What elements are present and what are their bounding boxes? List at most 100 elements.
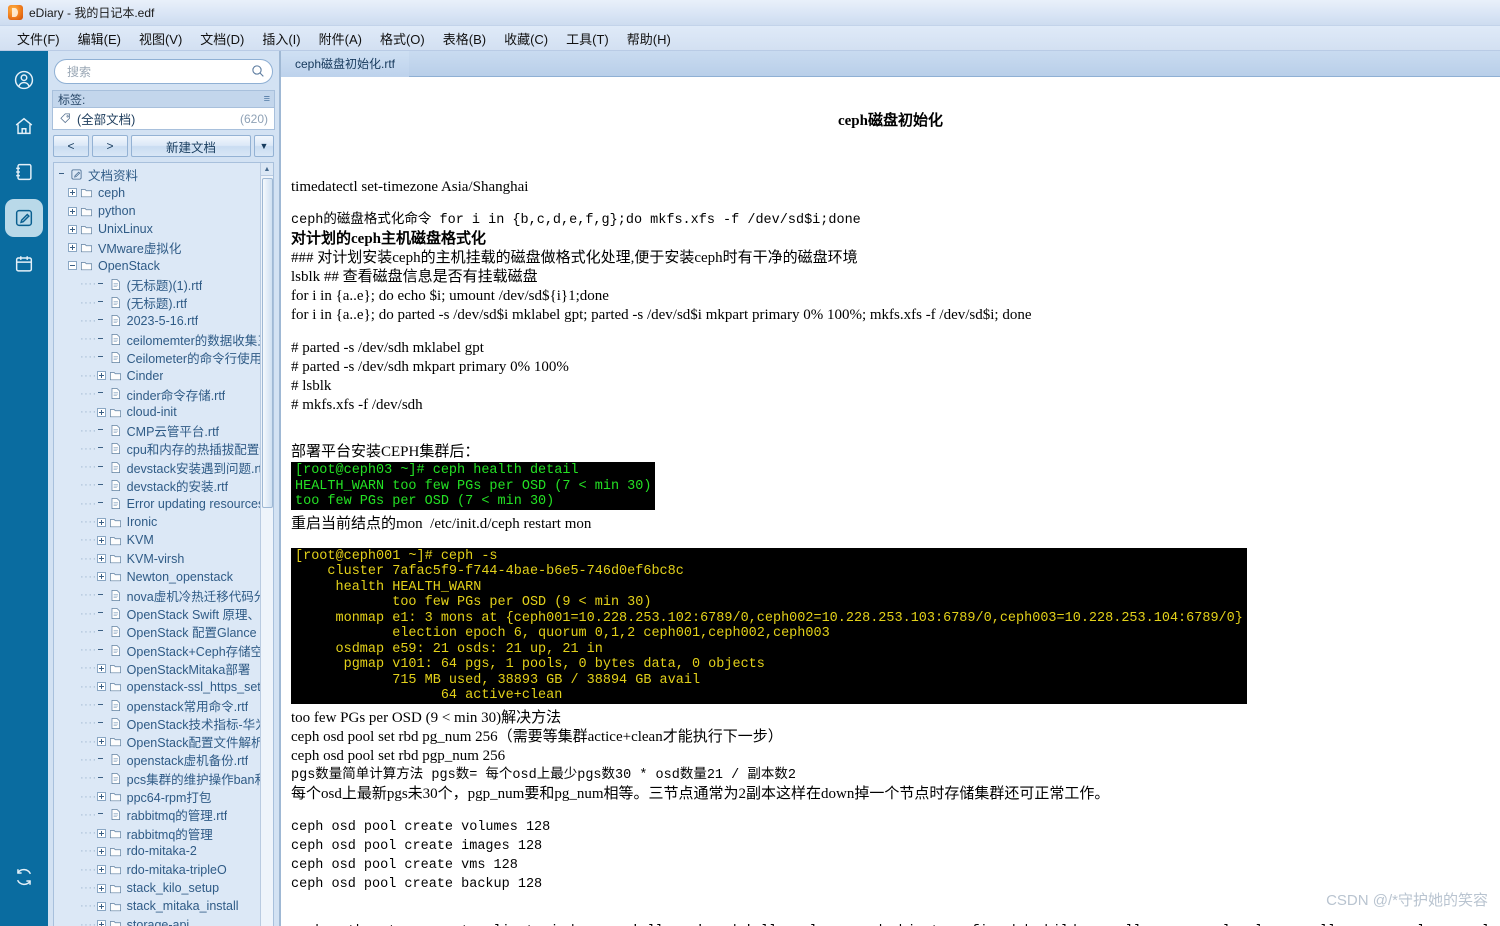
scroll-up-arrow-icon[interactable]: ▲ <box>261 163 273 177</box>
content-line: ceph auth get-or-create client.cinder mo… <box>291 922 1490 926</box>
tree-node[interactable]: OpenStack <box>54 257 260 275</box>
tree-node[interactable]: ···· OpenStack技术指标-华为. <box>54 714 260 732</box>
scrollbar-thumb[interactable] <box>262 178 273 509</box>
tree-expander-plus-icon[interactable] <box>96 792 106 802</box>
tree-node[interactable]: ···· 2023-5-16.rtf <box>54 312 260 330</box>
tree-node[interactable]: ···· openstack虚机备份.rtf <box>54 751 260 769</box>
tree-expander-plus-icon[interactable] <box>68 243 77 253</box>
tree-expander-plus-icon[interactable] <box>96 883 106 893</box>
tree-node[interactable]: ···· Ironic <box>54 513 260 531</box>
tree-node[interactable]: ···· stack_mitaka_install <box>54 897 260 915</box>
menu-format[interactable]: 格式(O) <box>371 26 434 51</box>
tree-node[interactable]: UnixLinux <box>54 220 260 238</box>
tree-node[interactable]: ···· (无标题)(1).rtf <box>54 275 260 293</box>
menu-view[interactable]: 视图(V) <box>130 26 191 51</box>
search-icon[interactable] <box>250 63 266 79</box>
tree-node[interactable]: ···· OpenStackMitaka部署 <box>54 659 260 677</box>
tree-node[interactable]: ···· nova虚机冷热迁移代码分析 <box>54 586 260 604</box>
calendar-icon[interactable] <box>5 245 43 283</box>
tree-expander-plus-icon[interactable] <box>96 737 106 747</box>
terminal-block-wrapper: [root@ceph03 ~]# ceph health detail HEAL… <box>291 462 1490 515</box>
new-document-dropdown-caret-icon[interactable]: ▼ <box>254 135 274 158</box>
tree-node[interactable]: ···· openstack-ssl_https_setu <box>54 678 260 696</box>
tree-node[interactable]: ···· Cinder <box>54 367 260 385</box>
tree-node-label: (无标题)(1).rtf <box>126 278 203 293</box>
menu-document[interactable]: 文档(D) <box>191 26 253 51</box>
tree-node[interactable]: ···· pcs集群的维护操作ban和c <box>54 769 260 787</box>
tree-expander-plus-icon[interactable] <box>96 572 106 582</box>
tree-node[interactable]: ···· OpenStack Swift 原理、架 <box>54 604 260 623</box>
tree-expander-plus-icon[interactable] <box>96 901 106 911</box>
edit-document-icon[interactable] <box>5 199 43 237</box>
tree-node[interactable]: ···· rdo-mitaka-tripleO <box>54 861 260 879</box>
prev-button[interactable]: < <box>53 135 89 158</box>
tree-expander-plus-icon[interactable] <box>96 535 106 545</box>
tree-expander-plus-icon[interactable] <box>68 206 77 216</box>
file-icon <box>109 644 122 657</box>
tree-node[interactable]: ···· KVM <box>54 531 260 549</box>
document-area: ceph磁盘初始化.rtf ceph磁盘初始化 timedatectl set-… <box>280 50 1500 926</box>
menu-table[interactable]: 表格(B) <box>434 26 495 51</box>
tree-expander-minus-icon[interactable] <box>68 261 77 271</box>
tree-node[interactable]: ···· Ceilometer的命令行使用.r <box>54 348 260 366</box>
tree-node[interactable]: ceph <box>54 184 260 202</box>
menu-attachment[interactable]: 附件(A) <box>310 26 371 51</box>
tree-expander-plus-icon[interactable] <box>96 828 106 838</box>
tree-node[interactable]: ···· cloud-init <box>54 403 260 421</box>
tree-node[interactable]: ···· cinder命令存储.rtf <box>54 385 260 403</box>
tree-node[interactable]: ···· Error updating resources <box>54 495 260 513</box>
menu-tools[interactable]: 工具(T) <box>557 26 618 51</box>
menu-file[interactable]: 文件(F) <box>8 26 69 51</box>
document-tab[interactable]: ceph磁盘初始化.rtf <box>281 50 410 77</box>
tree-expander-plus-icon[interactable] <box>96 920 106 926</box>
notebook-icon[interactable] <box>5 153 43 191</box>
tree-node[interactable]: ···· rabbitmq的管理 <box>54 824 260 842</box>
tree-node[interactable]: ···· devstack安装遇到问题.rtf <box>54 458 260 476</box>
tree-scrollbar[interactable]: ▲ <box>260 163 273 926</box>
list-menu-icon[interactable]: ≡ <box>264 93 270 105</box>
document-body[interactable]: ceph磁盘初始化 timedatectl set-timezone Asia/… <box>281 77 1500 926</box>
tree-node[interactable]: ···· stack_kilo_setup <box>54 879 260 897</box>
tree-node[interactable]: ···· ceilomemter的数据收集三 <box>54 330 260 348</box>
tree-expander-plus-icon[interactable] <box>96 682 106 692</box>
menu-help[interactable]: 帮助(H) <box>618 26 680 51</box>
tree-expander-plus-icon[interactable] <box>96 554 106 564</box>
tree-node[interactable]: ···· openstack常用命令.rtf <box>54 696 260 714</box>
tree-expander-plus-icon[interactable] <box>68 224 77 234</box>
tree-node[interactable]: ···· OpenStack 配置Glance v3 <box>54 623 260 641</box>
tree-node[interactable]: ···· rabbitmq的管理.rtf <box>54 806 260 824</box>
tree-expander-spacer <box>58 170 67 179</box>
document-tree[interactable]: 文档资料 ceph python UnixLinux VMware虚拟化 OpenStac… <box>54 163 260 926</box>
tree-expander-plus-icon[interactable] <box>96 865 106 875</box>
tree-node[interactable]: ···· devstack的安装.rtf <box>54 476 260 494</box>
sync-refresh-icon[interactable] <box>5 858 43 896</box>
tree-node[interactable]: ···· CMP云管平台.rtf <box>54 421 260 440</box>
menu-insert[interactable]: 插入(I) <box>253 26 309 51</box>
tree-node[interactable]: ···· (无标题).rtf <box>54 293 260 312</box>
tree-expander-plus-icon[interactable] <box>96 371 106 381</box>
tree-node[interactable]: ···· rdo-mitaka-2 <box>54 842 260 860</box>
tree-node[interactable]: python <box>54 202 260 220</box>
next-button[interactable]: > <box>92 135 128 158</box>
search-input[interactable] <box>54 59 273 84</box>
tree-node[interactable]: ···· KVM-virsh <box>54 550 260 568</box>
tree-node[interactable]: ···· cpu和内存的热插拔配置代码 <box>54 440 260 458</box>
new-document-button[interactable]: 新建文档 <box>131 135 251 158</box>
tree-expander-plus-icon[interactable] <box>68 188 77 198</box>
tree-expander-plus-icon[interactable] <box>96 517 106 527</box>
user-account-icon[interactable] <box>5 61 43 99</box>
menu-edit[interactable]: 编辑(E) <box>69 26 130 51</box>
menu-favorites[interactable]: 收藏(C) <box>495 26 557 51</box>
tag-row-all-documents[interactable]: (全部文档) (620) <box>52 108 275 131</box>
tree-node[interactable]: ···· OpenStack+Ceph存储空间 <box>54 641 260 659</box>
tree-expander-plus-icon[interactable] <box>96 407 106 417</box>
home-icon[interactable] <box>5 107 43 145</box>
tree-node[interactable]: ···· OpenStack配置文件解析 <box>54 732 260 751</box>
tree-node[interactable]: VMware虚拟化 <box>54 238 260 256</box>
tree-expander-plus-icon[interactable] <box>96 663 106 673</box>
tree-node[interactable]: 文档资料 <box>54 165 260 183</box>
tree-expander-plus-icon[interactable] <box>96 846 106 856</box>
tree-node[interactable]: ···· Newton_openstack <box>54 568 260 586</box>
tree-node[interactable]: ···· storage-api <box>54 915 260 926</box>
tree-node[interactable]: ···· ppc64-rpm打包 <box>54 787 260 806</box>
